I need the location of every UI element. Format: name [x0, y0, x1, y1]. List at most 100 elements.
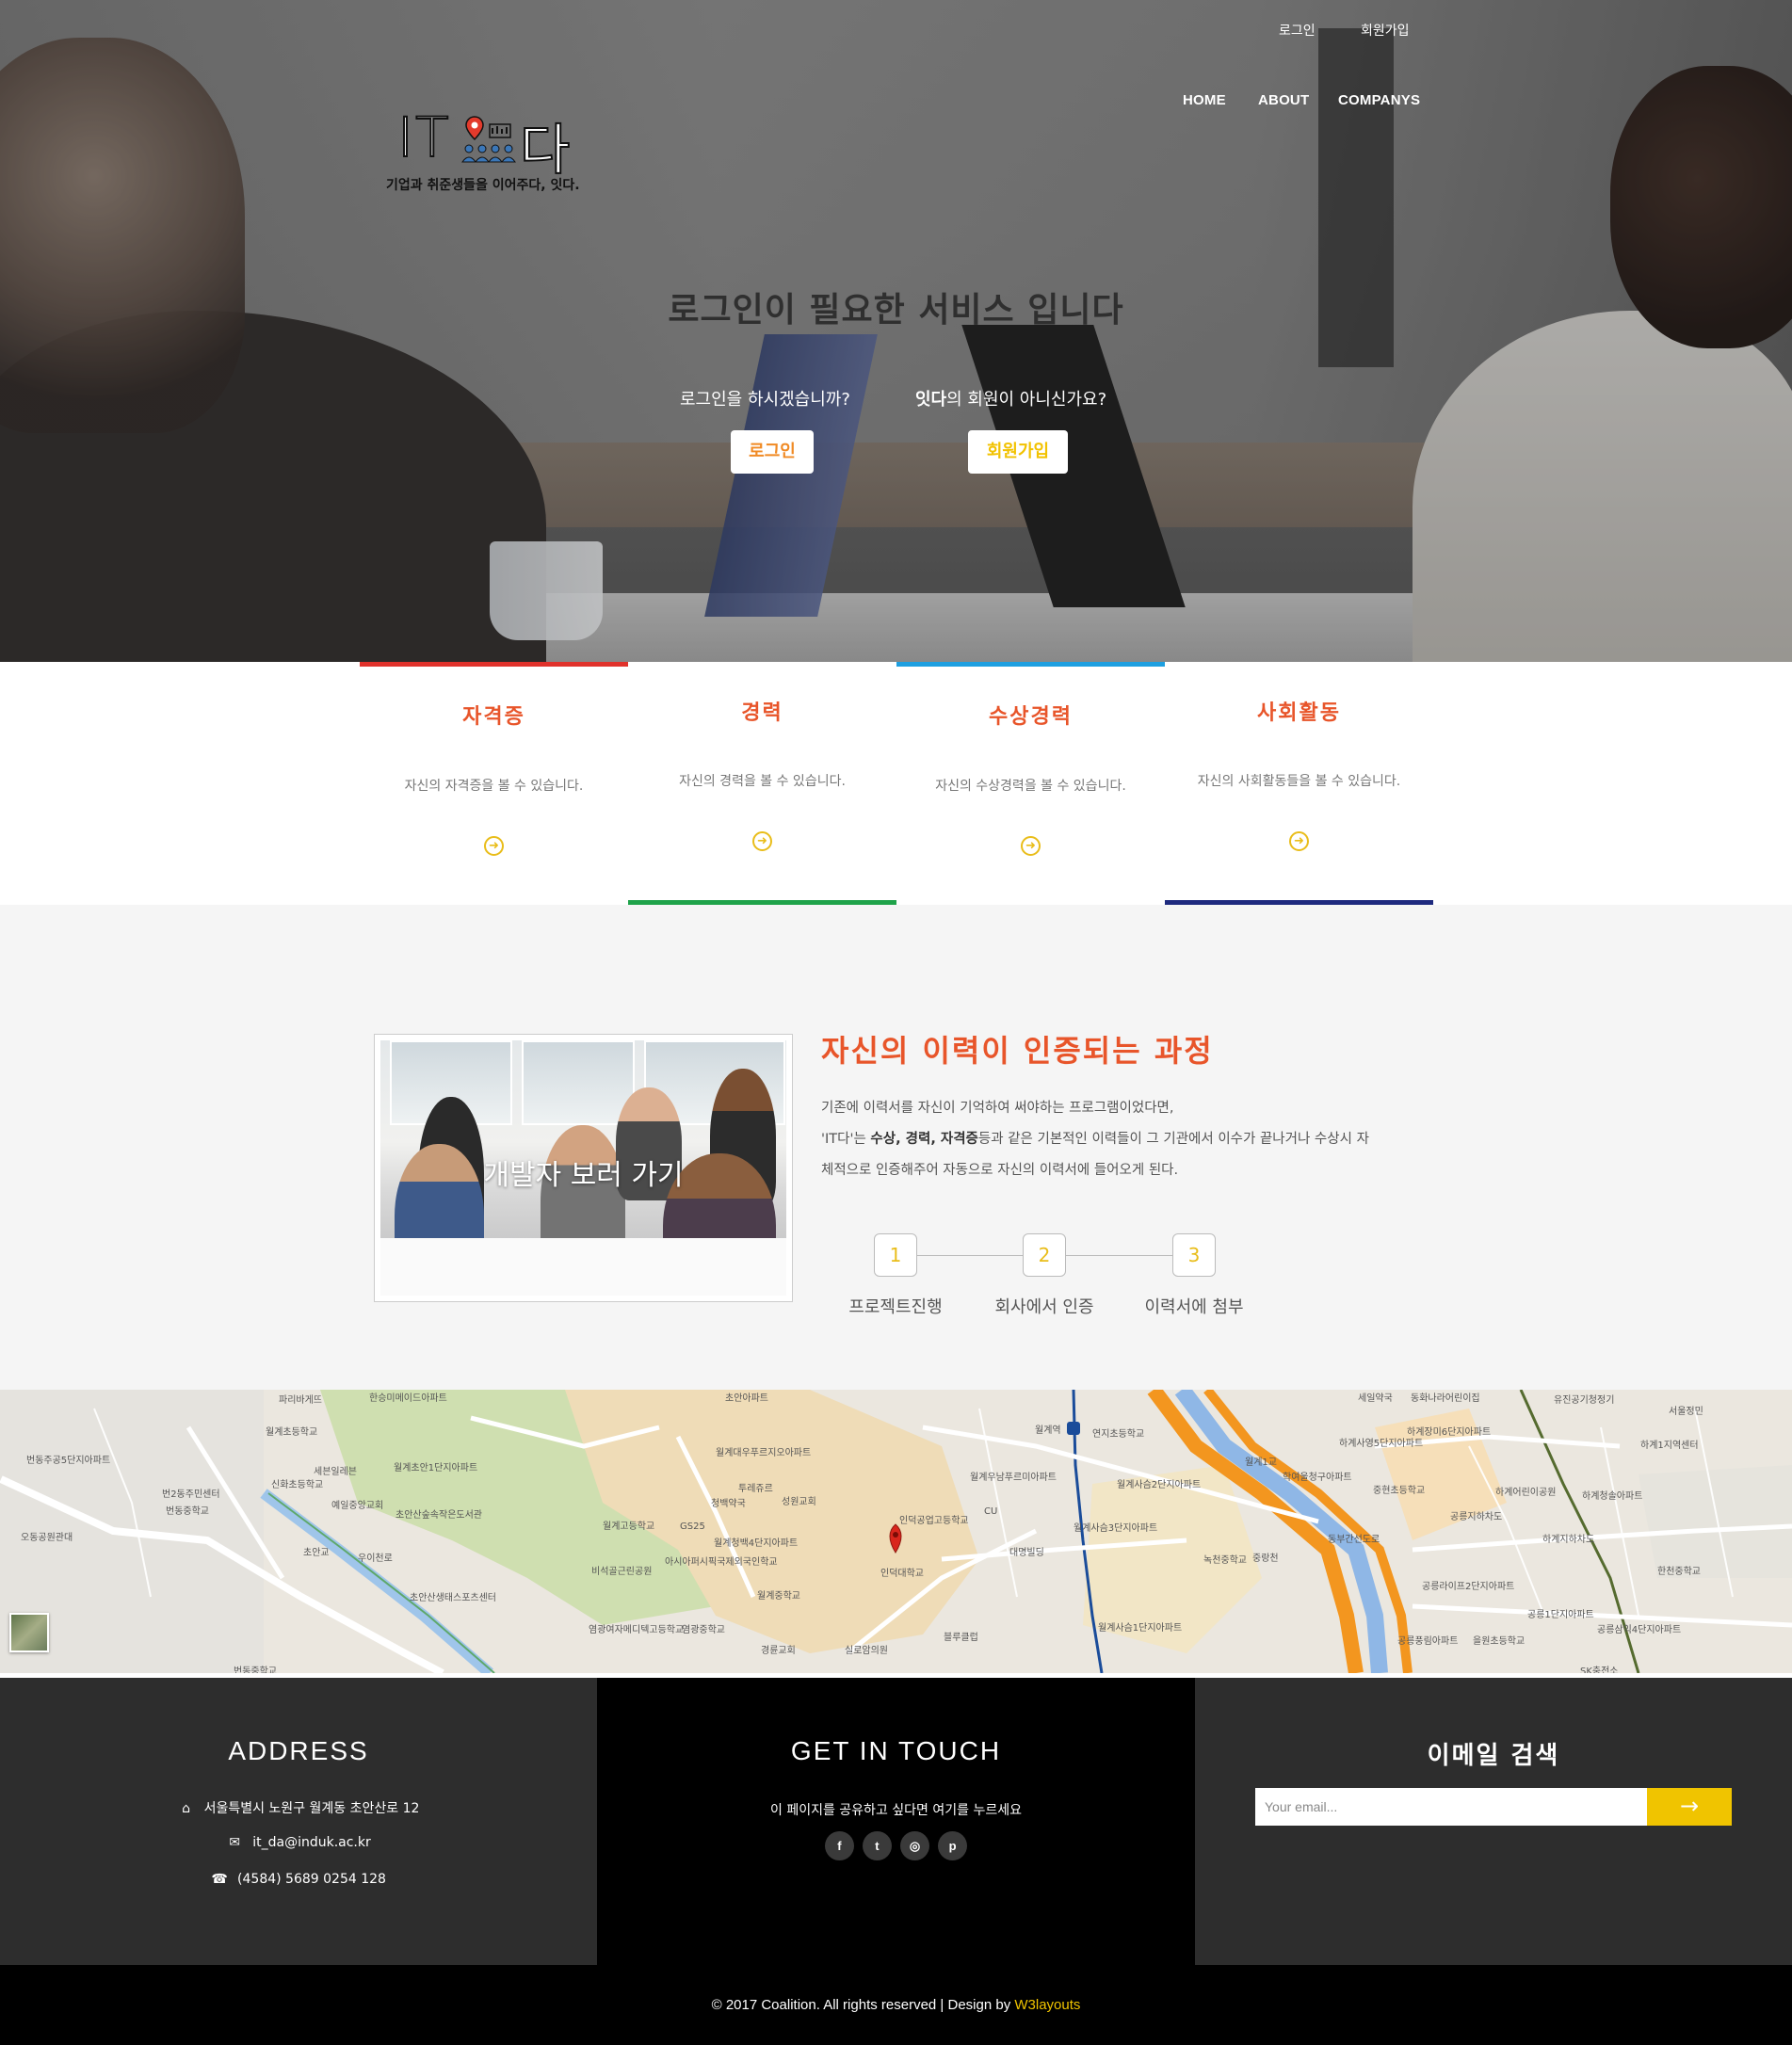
nav-companys[interactable]: COMPANYS: [1338, 92, 1420, 108]
footer-address: ADDRESS ⌂ 서울특별시 노원구 월계동 초안산로 12 ✉ it_da@in…: [0, 1678, 597, 1965]
map-label: 공릉삼익4단지아파트: [1597, 1625, 1682, 1635]
copyright-bar: © 2017 Coalition. All rights reserved | …: [0, 1965, 1792, 2045]
feature-title: 수상경력: [989, 705, 1073, 729]
feature-title: 경력: [741, 701, 783, 725]
twitter-icon[interactable]: t: [862, 1831, 892, 1860]
logo-text-it: IT: [396, 105, 451, 170]
step-connector: [1066, 1255, 1172, 1256]
map-label: 공릉지하차도: [1450, 1512, 1503, 1522]
map-label: SK충전소: [1580, 1667, 1619, 1673]
process-section: 개발자 보러 가기 자신의 이력이 인증되는 과정 기존에 이력서를 자신이 기…: [0, 905, 1792, 1390]
nav-about[interactable]: ABOUT: [1258, 92, 1309, 108]
hero-banner: 로그인 회원가입 HOME ABOUT COMPANYS IT 다 기업과 취준…: [0, 0, 1792, 662]
phone-row: ☎ (4584) 5689 0254 128: [0, 1872, 597, 1887]
map-label: 을원초등학교: [1473, 1636, 1526, 1647]
map-label: 중랑천: [1252, 1554, 1279, 1564]
map-label: 월계중학교: [757, 1591, 800, 1602]
map-label: 블루클럽: [944, 1633, 978, 1643]
map-label: 번동중학교: [166, 1506, 209, 1517]
process-line-prefix: 'IT다'는: [821, 1132, 871, 1147]
hero-join-button[interactable]: 회원가입: [968, 430, 1068, 474]
map-label: 공릉라이프2단지아파트: [1422, 1582, 1515, 1592]
login-question: 로그인을 하시겠습니까?: [680, 390, 850, 410]
top-signup-link[interactable]: 회원가입: [1361, 21, 1410, 40]
map-label: 중현초등학교: [1373, 1486, 1426, 1496]
process-line-rest: 등과 같은 기본적인 이력들이 그 기관에서 이수가 끝나거나 수상시 자: [977, 1132, 1369, 1147]
map-label: 공릉풍림아파트: [1397, 1636, 1459, 1647]
feature-description: 자신의 수상경력을 볼 수 있습니다.: [935, 779, 1126, 794]
phone-text: (4584) 5689 0254 128: [237, 1872, 386, 1887]
map-label: 서울정민: [1669, 1407, 1703, 1417]
site-logo[interactable]: IT 다 기업과 취준생들을 이어주다, 잇다.: [386, 104, 584, 198]
satellite-view-toggle[interactable]: [9, 1613, 49, 1652]
map-label: 월계대우푸르지오아파트: [716, 1448, 812, 1458]
feature-card-career[interactable]: 경력 자신의 경력을 볼 수 있습니다. ➜: [628, 662, 896, 905]
feature-accent-bar: [360, 662, 628, 667]
developer-photo: 개발자 보러 가기: [380, 1040, 786, 1296]
feature-card-certificates[interactable]: 자격증 자신의 자격증을 볼 수 있습니다. ➜: [360, 662, 628, 905]
email-search-input[interactable]: [1255, 1788, 1707, 1826]
map-label: 하계청솔아파트: [1582, 1491, 1643, 1502]
step-number: 2: [1023, 1233, 1066, 1277]
features-section: 자격증 자신의 자격증을 볼 수 있습니다. ➜ 경력 자신의 경력을 볼 수 …: [0, 662, 1792, 905]
map-label: 하계장미6단지아파트: [1407, 1427, 1492, 1438]
social-links: f t ◎ p: [597, 1831, 1195, 1860]
map-label: 인덕공업고등학교: [899, 1516, 969, 1526]
map-label: 월계청백4단지아파트: [714, 1538, 799, 1549]
map-label: 연지초등학교: [1092, 1429, 1145, 1440]
map-label: 번동중학교: [234, 1667, 277, 1673]
map-label: 성원교회: [782, 1497, 816, 1507]
feature-title: 자격증: [462, 705, 525, 729]
map-label: 하계지하차도: [1542, 1535, 1595, 1545]
top-login-link[interactable]: 로그인: [1279, 21, 1316, 40]
map-label: 파리바게뜨: [279, 1395, 322, 1406]
map-label: 월계고등학교: [603, 1522, 655, 1532]
step-label: 회사에서 인증: [994, 1297, 1094, 1317]
feature-card-awards[interactable]: 수상경력 자신의 수상경력을 볼 수 있습니다. ➜: [896, 662, 1165, 905]
map-label: 초안산생태스포츠센터: [410, 1593, 496, 1603]
map-label: 예일중앙교회: [331, 1501, 384, 1511]
arrow-circle-right-icon[interactable]: ➜: [752, 831, 772, 851]
logo-people-pin-icon: [461, 116, 516, 163]
logo-tagline: 기업과 취준생들을 이어주다, 잇다.: [386, 178, 580, 193]
process-line-bold: 수상, 경력, 자격증: [870, 1132, 978, 1147]
feature-title: 사회활동: [1257, 701, 1341, 725]
map-label: 청백약국: [711, 1499, 746, 1509]
map-label: 초안아파트: [725, 1393, 768, 1404]
map-label: 대명빌딩: [1009, 1548, 1044, 1558]
hero-login-button[interactable]: 로그인: [731, 430, 814, 474]
process-line: 기존에 이력서를 자신이 기억하여 써야하는 프로그램이었다면,: [821, 1101, 1174, 1116]
map-label: 비석골근린공원: [591, 1567, 653, 1577]
pinterest-icon[interactable]: p: [938, 1831, 968, 1860]
arrow-circle-right-icon[interactable]: ➜: [1289, 831, 1309, 851]
map-label: 하계어린이공원: [1495, 1488, 1557, 1498]
feature-description: 자신의 경력을 볼 수 있습니다.: [679, 774, 846, 789]
join-question-text: 의 회원이 아니신가요?: [946, 390, 1107, 410]
map-label: 월계사슴3단지아파트: [1074, 1523, 1158, 1534]
map-label: GS25: [680, 1522, 705, 1532]
map-label: 월계역: [1035, 1425, 1061, 1436]
map-label: 세일약국: [1358, 1393, 1393, 1404]
phone-icon: ☎: [211, 1872, 228, 1887]
instagram-icon[interactable]: ◎: [900, 1831, 930, 1860]
map-label: 염광여자메디텍고등학교: [589, 1625, 685, 1635]
envelope-icon: ✉: [229, 1835, 241, 1850]
facebook-icon[interactable]: f: [824, 1831, 854, 1860]
map-label: 초안산숲속작은도서관: [396, 1510, 482, 1521]
arrow-circle-right-icon[interactable]: ➜: [484, 836, 504, 856]
email-submit-button[interactable]: →: [1647, 1788, 1732, 1826]
map-label: 번동주공5단지아파트: [26, 1456, 111, 1466]
developer-photo-link[interactable]: 개발자 보러 가기: [374, 1034, 793, 1302]
nav-home[interactable]: HOME: [1183, 92, 1226, 108]
location-map[interactable]: 파리바게뜨 한승미메이드아파트 초안아파트 월계초등학교 월계대우푸르지오아파트…: [0, 1390, 1792, 1673]
map-label: 우이천로: [358, 1554, 393, 1564]
designer-link[interactable]: W3layouts: [1014, 1997, 1080, 2013]
address-title: ADDRESS: [228, 1736, 369, 1765]
copyright-text: © 2017 Coalition. All rights reserved | …: [711, 1997, 1015, 2013]
map-label: 동화나라어린이집: [1411, 1393, 1480, 1404]
map-label: 학여울청구아파트: [1283, 1473, 1352, 1483]
map-label: 월계우남푸르미아파트: [970, 1473, 1057, 1483]
map-label: 초안교: [303, 1548, 330, 1558]
feature-card-activities[interactable]: 사회활동 자신의 사회활동들을 볼 수 있습니다. ➜: [1165, 662, 1433, 905]
arrow-circle-right-icon[interactable]: ➜: [1021, 836, 1041, 856]
